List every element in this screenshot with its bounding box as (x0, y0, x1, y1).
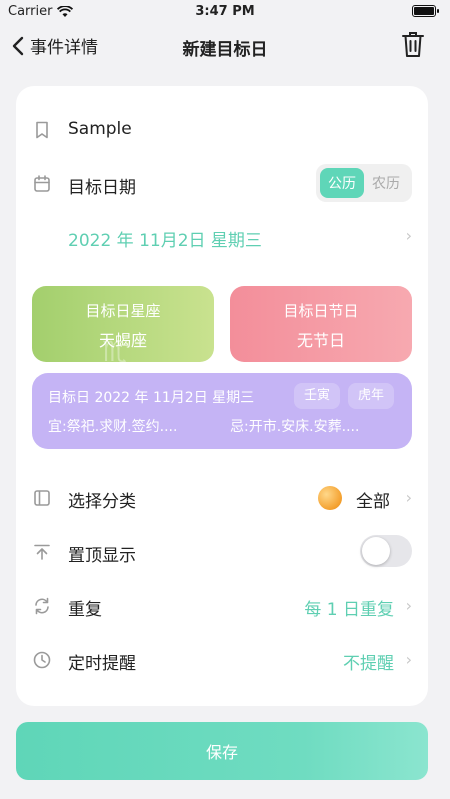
navigation-bar: 事件详情 新建目标日 (0, 28, 450, 64)
trash-icon (402, 32, 424, 57)
holiday-tile: 目标日节日 无节日 (230, 286, 412, 362)
status-time: 3:47 PM (195, 4, 255, 19)
category-label: 选择分类 (68, 492, 136, 512)
save-button[interactable]: 保存 (16, 722, 428, 780)
calendar-type-toggle: 公历 农历 (316, 164, 412, 202)
zodiac-title: 目标日星座 (85, 302, 161, 320)
repeat-value: 每 1 日重复 (304, 600, 394, 620)
pin-top-toggle[interactable] (360, 535, 412, 567)
category-color-icon (318, 486, 342, 510)
repeat-label: 重复 (68, 600, 102, 620)
zodiac-tile: 目标日星座 天蝎座 ♏ (32, 286, 214, 362)
delete-button[interactable] (402, 30, 424, 62)
pin-top-icon (34, 544, 50, 560)
category-chevron-icon: › (405, 488, 412, 507)
inauspicious-text: 忌:开市.安床.安葬.... (230, 419, 360, 435)
zodiac-watermark-icon: ♏ (102, 335, 128, 362)
repeat-chevron-icon: › (405, 596, 412, 615)
battery-icon (412, 5, 439, 17)
lunar-info-card: 目标日 2022 年 11月2日 星期三 壬寅 虎年 宜:祭祀.求财.签约...… (32, 373, 412, 449)
date-chevron-icon: › (405, 226, 412, 245)
clock-icon (33, 651, 51, 669)
target-date-label: 目标日期 (68, 178, 136, 198)
auspicious-text: 宜:祭祀.求财.签约.... (48, 419, 178, 435)
selected-date[interactable]: 2022 年 11月2日 星期三 (68, 226, 262, 251)
lunar-heading: 目标日 2022 年 11月2日 星期三 (48, 390, 255, 406)
toggle-knob (362, 537, 390, 565)
status-bar: Carrier 3:47 PM (0, 0, 450, 24)
event-name-field[interactable]: Sample (68, 119, 132, 139)
ganzhi-tag: 壬寅 (294, 383, 341, 409)
category-icon (34, 490, 50, 506)
solar-calendar-option[interactable]: 公历 (320, 168, 364, 198)
reminder-chevron-icon: › (405, 650, 412, 669)
page-title: 新建目标日 (182, 40, 268, 60)
name-row[interactable]: Sample (16, 110, 428, 150)
lunar-calendar-option[interactable]: 农历 (364, 168, 408, 198)
holiday-value: 无节日 (296, 331, 345, 350)
zodiac-year-tag: 虎年 (348, 383, 395, 409)
event-form-card: Sample 目标日期 公历 农历 2022 年 11月2日 星期三 › 目标日… (16, 86, 428, 706)
calendar-icon (34, 175, 50, 192)
reminder-value: 不提醒 (343, 654, 394, 674)
reminder-label: 定时提醒 (68, 654, 136, 674)
bookmark-icon (36, 121, 48, 139)
holiday-title: 目标日节日 (283, 302, 359, 320)
category-value: 全部 (356, 492, 390, 512)
repeat-icon (35, 597, 49, 615)
pin-top-label: 置顶显示 (68, 546, 136, 566)
